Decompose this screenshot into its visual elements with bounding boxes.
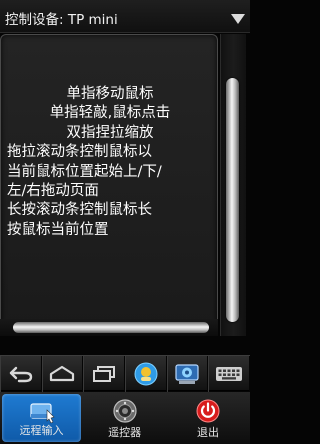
remote-icon — [113, 399, 137, 423]
instruction-line: 按鼠标当前位置 — [7, 221, 109, 238]
vertical-scroll-thumb[interactable] — [226, 78, 239, 322]
nav-remote-input[interactable]: 远程输入 — [2, 394, 81, 442]
instruction-line: 双指捏拉缩放 — [66, 124, 154, 141]
instruction-line: 长按滚动条控制鼠标长 — [7, 202, 152, 219]
back-button[interactable] — [0, 356, 42, 392]
nav-label: 遥控器 — [108, 426, 142, 439]
instructions-text: 单指移动鼠标 单指轻敲,鼠标点击 双指捏拉缩放 拖拉滚动条控制鼠标以 当前鼠标位… — [7, 85, 213, 240]
horizontal-scroll-thumb[interactable] — [13, 322, 209, 333]
key-toolbar — [0, 355, 250, 392]
power-icon — [196, 399, 220, 423]
device-title: 控制设备: TP mini — [5, 12, 118, 28]
instruction-line: 拖拉滚动条控制鼠标以 — [7, 144, 152, 161]
instruction-line: 左/右拖动页面 — [7, 183, 99, 200]
recent-apps-button[interactable] — [83, 356, 125, 392]
recent-apps-icon — [93, 366, 116, 382]
keyboard-icon — [216, 367, 243, 381]
touchpad-area[interactable]: 单指移动鼠标 单指轻敲,鼠标点击 双指捏拉缩放 拖拉滚动条控制鼠标以 当前鼠标位… — [0, 34, 218, 336]
nav-remote-control[interactable]: 遥控器 — [83, 392, 166, 444]
app-badge-icon — [134, 362, 158, 386]
home-icon — [50, 365, 75, 382]
keyboard-button[interactable] — [208, 356, 250, 392]
app-badge-button[interactable] — [124, 356, 167, 392]
instruction-line: 当前鼠标位置起始上/下/ — [7, 163, 162, 180]
device-dropdown-icon[interactable] — [231, 14, 245, 24]
instruction-line: 单指移动鼠标 — [66, 86, 154, 102]
nav-label: 远程输入 — [19, 424, 64, 437]
system-settings-button[interactable] — [166, 356, 209, 392]
title-bar[interactable]: 控制设备: TP mini — [0, 0, 250, 33]
nav-label: 退出 — [196, 426, 219, 439]
touchpad-icon — [29, 403, 55, 424]
instruction-line: 单指轻敲,鼠标点击 — [49, 105, 171, 122]
home-button[interactable] — [41, 356, 84, 392]
bottom-navigation: 远程输入 遥控器 退出 — [0, 392, 250, 444]
nav-exit[interactable]: 退出 — [166, 392, 249, 444]
system-settings-icon — [175, 364, 200, 384]
back-icon — [9, 366, 33, 383]
